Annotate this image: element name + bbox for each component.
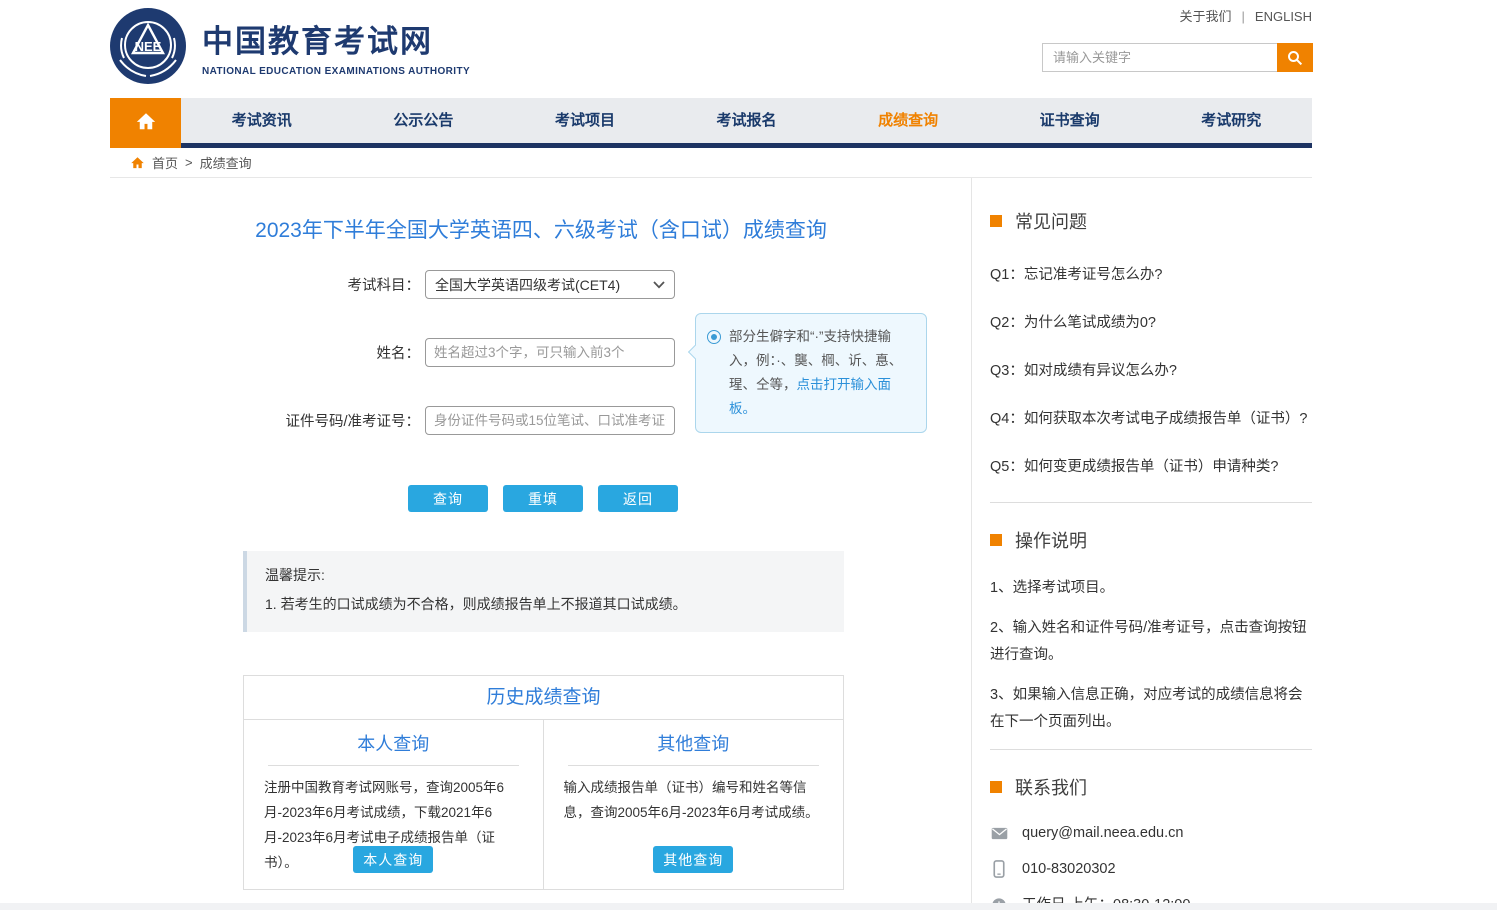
site-logo[interactable]: NEE 中国教育考试网 NATIONAL EDUCATION EXAMINATI… [110, 8, 470, 84]
nav-item-exam-news[interactable]: 考试资讯 [181, 98, 343, 143]
faq-item-q2[interactable]: Q2：为什么笔试成绩为0? [990, 310, 1312, 337]
search-icon [1286, 49, 1304, 67]
other-query-title: 其他查询 [568, 730, 820, 766]
reset-button[interactable]: 重填 [503, 485, 583, 512]
site-title: 中国教育考试网 [202, 16, 470, 61]
id-number-input[interactable] [425, 406, 675, 435]
faq-item-q1[interactable]: Q1：忘记准考证号怎么办? [990, 262, 1312, 289]
top-links: 关于我们 | ENGLISH [1180, 6, 1312, 25]
search-input[interactable] [1042, 43, 1277, 72]
top-links-separator: | [1242, 9, 1245, 24]
faq-item-q3[interactable]: Q3：如对成绩有异议怎么办? [990, 358, 1312, 385]
form-row-name: 姓名： [110, 338, 675, 367]
instruction-step-1: 1、选择考试项目。 [990, 575, 1312, 602]
main-nav: 考试资讯 公示公告 考试项目 考试报名 成绩查询 证书查询 考试研究 [110, 98, 1312, 143]
contact-phone-row: 010-83020302 [990, 858, 1312, 880]
instructions-section-title: 操作说明 [990, 527, 1312, 553]
search-button[interactable] [1277, 43, 1313, 72]
back-button[interactable]: 返回 [598, 485, 678, 512]
faq-list: Q1：忘记准考证号怎么办? Q2：为什么笔试成绩为0? Q3：如对成绩有异议怎么… [990, 262, 1312, 481]
breadcrumb-separator: > [185, 155, 193, 170]
nav-item-exam-research[interactable]: 考试研究 [1150, 98, 1312, 143]
nav-item-score-query[interactable]: 成绩查询 [827, 98, 989, 143]
page-title: 2023年下半年全国大学英语四、六级考试（含口试）成绩查询 [110, 214, 972, 244]
warm-tips-title: 温馨提示: [265, 565, 826, 585]
other-query-desc: 输入成绩报告单（证书）编号和姓名等信息，查询2005年6月-2023年6月考试成… [564, 775, 824, 825]
content: 2023年下半年全国大学英语四、六级考试（含口试）成绩查询 考试科目： 全国大学… [110, 178, 1312, 910]
faq-item-q5[interactable]: Q5：如何变更成绩报告单（证书）申请种类? [990, 454, 1312, 481]
sidebar-divider [990, 749, 1312, 750]
instruction-step-3: 3、如果输入信息正确，对应考试的成绩信息将会在下一个页面列出。 [990, 682, 1312, 736]
english-link[interactable]: ENGLISH [1255, 9, 1312, 24]
orange-bullet-icon [990, 534, 1002, 546]
self-query-button[interactable]: 本人查询 [353, 846, 433, 873]
rare-character-tooltip: 部分生僻字和“·”支持快捷输入，例：·、龑、棡、䜣、惪、瑆、仝等，点击打开输入面… [695, 313, 927, 433]
sidebar-divider [990, 502, 1312, 503]
contact-phone: 010-83020302 [1022, 858, 1116, 880]
nav-home-button[interactable] [110, 98, 181, 143]
nav-item-certificate-query[interactable]: 证书查询 [989, 98, 1151, 143]
footer-strip [0, 903, 1497, 910]
query-button[interactable]: 查询 [408, 485, 488, 512]
other-query-panel: 其他查询 输入成绩报告单（证书）编号和姓名等信息，查询2005年6月-2023年… [544, 720, 844, 889]
history-score-query-box: 历史成绩查询 本人查询 注册中国教育考试网账号，查询2005年6月-2023年6… [243, 675, 844, 890]
other-query-button[interactable]: 其他查询 [653, 846, 733, 873]
breadcrumb-current: 成绩查询 [200, 153, 252, 172]
self-query-title: 本人查询 [268, 730, 519, 766]
nav-item-exam-programs[interactable]: 考试项目 [504, 98, 666, 143]
phone-icon [990, 860, 1008, 878]
neea-emblem-icon: NEE [110, 8, 186, 84]
form-row-id: 证件号码/准考证号： [110, 406, 675, 435]
instruction-step-2: 2、输入姓名和证件号码/准考证号，点击查询按钮进行查询。 [990, 615, 1312, 669]
contact-email-row: query@mail.neea.edu.cn [990, 822, 1312, 844]
breadcrumb-home-icon [130, 155, 145, 170]
exam-subject-select[interactable]: 全国大学英语四级考试(CET4) [425, 270, 675, 299]
warm-tips-box: 温馨提示: 1. 若考生的口试成绩为不合格，则成绩报告单上不报道其口试成绩。 [243, 551, 844, 632]
radio-selected-icon [707, 330, 721, 344]
name-input[interactable] [425, 338, 675, 367]
contact-email: query@mail.neea.edu.cn [1022, 822, 1183, 844]
home-icon [135, 110, 157, 132]
envelope-icon [990, 827, 1008, 840]
orange-bullet-icon [990, 215, 1002, 227]
orange-bullet-icon [990, 781, 1002, 793]
form-row-subject: 考试科目： 全国大学英语四级考试(CET4) [110, 270, 675, 299]
sidebar: 常见问题 Q1：忘记准考证号怎么办? Q2：为什么笔试成绩为0? Q3：如对成绩… [990, 208, 1312, 910]
tooltip-arrow [688, 345, 702, 359]
faq-section-title: 常见问题 [990, 208, 1312, 234]
nav-item-exam-registration[interactable]: 考试报名 [666, 98, 828, 143]
search-bar [1042, 43, 1313, 72]
contact-section-title: 联系我们 [990, 774, 1312, 800]
name-label: 姓名： [110, 342, 420, 363]
subject-label: 考试科目： [110, 274, 420, 295]
breadcrumb: 首页 > 成绩查询 [110, 148, 1312, 178]
main-column: 2023年下半年全国大学英语四、六级考试（含口试）成绩查询 考试科目： 全国大学… [110, 178, 972, 910]
warm-tips-line: 1. 若考生的口试成绩为不合格，则成绩报告单上不报道其口试成绩。 [265, 594, 826, 614]
instructions-list: 1、选择考试项目。 2、输入姓名和证件号码/准考证号，点击查询按钮进行查询。 3… [990, 575, 1312, 736]
tooltip-text: 部分生僻字和“·”支持快捷输入，例：·、龑、棡、䜣、惪、瑆、仝等，点击打开输入面… [729, 325, 914, 421]
history-query-title: 历史成绩查询 [244, 676, 843, 720]
contact-list: query@mail.neea.edu.cn 010-83020302 [990, 822, 1312, 910]
breadcrumb-home-link[interactable]: 首页 [152, 153, 178, 172]
page: NEE 中国教育考试网 NATIONAL EDUCATION EXAMINATI… [0, 0, 1497, 910]
id-label: 证件号码/准考证号： [110, 410, 420, 431]
exam-subject-selected-value: 全国大学英语四级考试(CET4) [435, 275, 620, 295]
chevron-down-icon [653, 281, 665, 289]
about-us-link[interactable]: 关于我们 [1180, 9, 1232, 24]
nav-item-public-notice[interactable]: 公示公告 [343, 98, 505, 143]
action-buttons: 查询 重填 返回 [408, 485, 678, 512]
faq-item-q4[interactable]: Q4：如何获取本次考试电子成绩报告单（证书）? [990, 406, 1312, 433]
self-query-panel: 本人查询 注册中国教育考试网账号，查询2005年6月-2023年6月考试成绩，下… [244, 720, 544, 889]
site-subtitle: NATIONAL EDUCATION EXAMINATIONS AUTHORIT… [202, 66, 470, 77]
svg-text:NEE: NEE [135, 39, 162, 54]
